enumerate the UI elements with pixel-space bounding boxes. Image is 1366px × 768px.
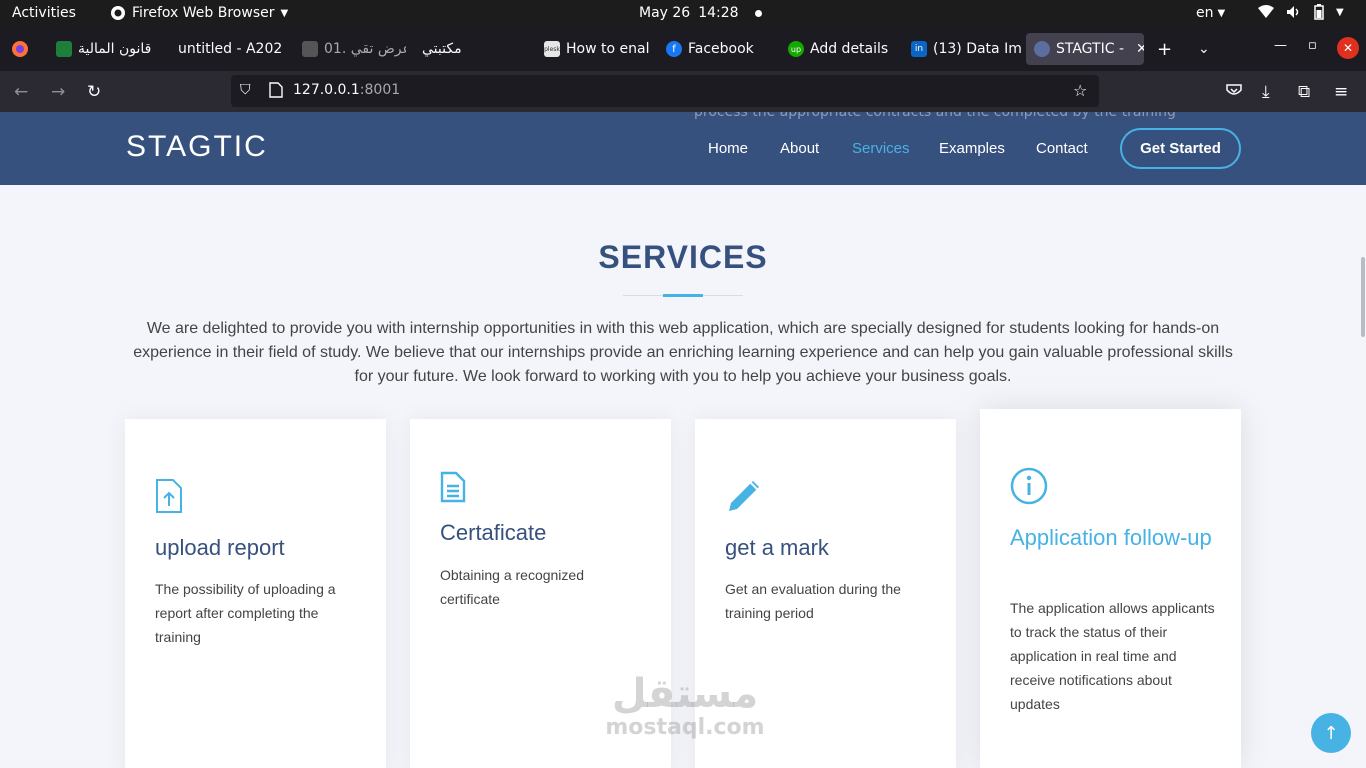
forward-icon[interactable]: → [51, 82, 65, 102]
time-label: 14:28 [698, 5, 739, 21]
clock[interactable]: May 26 14:28 [639, 5, 762, 21]
watermark-latin: mostaql.com [605, 715, 765, 740]
pencil-icon [729, 481, 759, 511]
tab-maktabati[interactable]: مكتبتي [414, 33, 532, 65]
url-bar[interactable]: ⛉ 127.0.0.1:8001 ☆ [231, 75, 1099, 107]
tab-qanun[interactable]: قانون المالية [48, 33, 164, 65]
file-upload-icon [156, 479, 182, 513]
tab-plesk[interactable]: plesk How to enal [536, 33, 652, 65]
maximize-icon[interactable]: ▫ [1308, 38, 1317, 53]
caret-down-icon: ▼ [1217, 7, 1226, 19]
card-title: get a mark [725, 535, 829, 560]
tab-label: 01. عرض تقي [324, 41, 406, 57]
document-icon [440, 471, 466, 503]
url-text[interactable]: 127.0.0.1:8001 [293, 82, 400, 98]
site-icon [1034, 41, 1050, 57]
flag-icon [56, 41, 72, 57]
card-text: The application allows applicants to tra… [1010, 600, 1215, 712]
list-all-tabs-icon[interactable]: ⌄ [1198, 41, 1210, 57]
wifi-icon [1258, 5, 1274, 18]
page-icon [269, 82, 283, 98]
browser-tab-strip: قانون المالية untitled - A202 01. عرض تق… [0, 27, 1366, 71]
title-divider-accent [663, 294, 703, 297]
nav-services[interactable]: Services [852, 140, 910, 157]
extensions-icon[interactable]: ⧉ [1298, 82, 1310, 102]
nav-about[interactable]: About [780, 140, 819, 157]
tab-facebook[interactable]: f Facebook [658, 33, 776, 65]
upwork-icon: up [788, 41, 804, 57]
system-tray[interactable]: ▼ [1258, 4, 1344, 20]
scrollbar-thumb[interactable] [1361, 257, 1365, 337]
reload-icon[interactable]: ↻ [87, 82, 101, 102]
card-title: Application follow-up [1010, 525, 1212, 550]
ghost-text: process the appropriate contracts and th… [694, 112, 1176, 120]
facebook-icon: f [666, 41, 682, 57]
tab-ard[interactable]: 01. عرض تقي [294, 33, 406, 65]
tab-label: STAGTIC - [1056, 41, 1124, 57]
tab-label: (13) Data Im [933, 41, 1021, 57]
new-tab-icon[interactable]: + [1157, 39, 1172, 60]
browser-nav-bar: ← → ↻ ⛉ 127.0.0.1:8001 ☆ ⤓ ⧉ ≡ [0, 71, 1366, 112]
caret-down-icon: ▼ [1336, 6, 1344, 18]
card-title: Certaficate [440, 520, 547, 545]
url-port: :8001 [359, 82, 401, 98]
document-icon [302, 41, 318, 57]
site-header: process the appropriate contracts and th… [0, 112, 1366, 185]
arrow-up-icon: ↑ [1323, 722, 1339, 744]
battery-icon [1314, 4, 1324, 20]
section-title: SERVICES [598, 239, 768, 275]
tab-label: How to enal [566, 41, 650, 57]
plesk-icon: plesk [544, 41, 560, 57]
tab-linkedin[interactable]: in (13) Data Im [903, 33, 1021, 65]
downloads-icon[interactable]: ⤓ [1262, 82, 1270, 102]
service-card-active[interactable]: Application follow-up The application al… [980, 409, 1241, 768]
tab-label: Add details [810, 41, 889, 57]
tab-label: Facebook [688, 41, 754, 57]
caret-down-icon: ▼ [280, 7, 289, 19]
notification-dot-icon [754, 9, 762, 17]
minimize-icon[interactable]: — [1274, 38, 1287, 53]
section-description: We are delighted to provide you with int… [133, 320, 1233, 385]
system-top-bar: Activities Firefox Web Browser ▼ May 26 … [0, 0, 1366, 27]
card-text: Get an evaluation during the training pe… [725, 581, 901, 621]
back-icon[interactable]: ← [14, 82, 28, 102]
card-title: upload report [155, 535, 285, 560]
site-logo[interactable]: STAGTIC [126, 130, 268, 164]
watermark-arabic: مستقل [611, 671, 759, 717]
language-selector[interactable]: en ▼ [1196, 5, 1225, 21]
watermark: مستقل mostaql.com [600, 672, 770, 740]
shield-icon[interactable]: ⛉ [240, 82, 251, 98]
tab-stagtic[interactable]: STAGTIC - ✕ [1026, 33, 1144, 65]
nav-examples[interactable]: Examples [939, 140, 1005, 157]
tab-untitled[interactable]: untitled - A202 [170, 33, 288, 65]
tab-label: untitled - A202 [178, 41, 283, 57]
tab-label: مكتبتي [422, 41, 462, 57]
volume-icon [1287, 6, 1299, 18]
nav-home[interactable]: Home [708, 140, 748, 157]
bookmark-star-icon[interactable]: ☆ [1073, 81, 1087, 100]
get-started-button[interactable]: Get Started [1120, 128, 1241, 169]
date-label: May 26 [639, 5, 691, 21]
app-name: Firefox Web Browser [132, 5, 275, 21]
tab-upwork[interactable]: up Add details [780, 33, 898, 65]
card-text: The possibility of uploading a report af… [155, 581, 336, 645]
linkedin-icon: in [911, 41, 927, 57]
pocket-icon[interactable] [1226, 83, 1242, 99]
back-to-top-button[interactable]: ↑ [1311, 713, 1351, 753]
firefox-view-icon[interactable] [11, 40, 29, 58]
url-host: 127.0.0.1 [293, 82, 360, 98]
app-menu[interactable]: Firefox Web Browser ▼ [110, 5, 288, 21]
nav-contact[interactable]: Contact [1036, 140, 1088, 157]
window-close-icon[interactable]: ✕ [1337, 37, 1359, 59]
card-text: Obtaining a recognized certificate [440, 567, 584, 607]
info-icon [1010, 467, 1048, 505]
service-card[interactable]: upload report The possibility of uploadi… [125, 419, 386, 768]
firefox-icon [111, 6, 125, 20]
tab-label: قانون المالية [78, 41, 152, 57]
language-label: en [1196, 5, 1214, 21]
menu-icon[interactable]: ≡ [1334, 82, 1348, 102]
activities-button[interactable]: Activities [12, 5, 76, 21]
page-viewport: process the appropriate contracts and th… [0, 112, 1366, 768]
close-tab-icon[interactable]: ✕ [1136, 41, 1144, 57]
